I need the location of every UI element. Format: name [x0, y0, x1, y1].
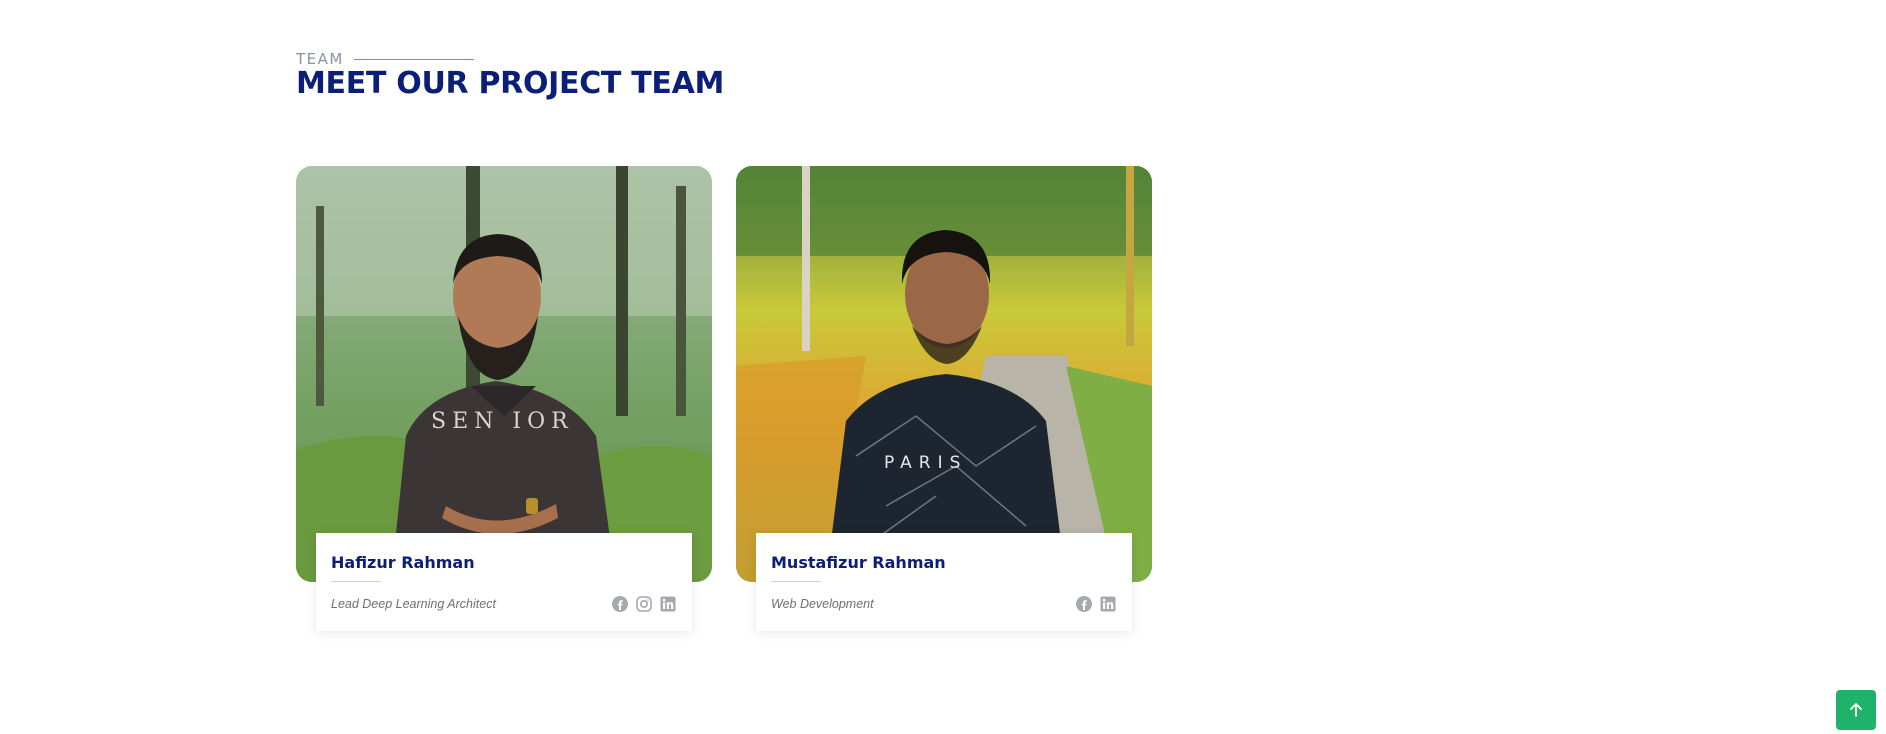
team-card: SEN IOR Hafizur Rahman Lead Deep Learnin… [296, 166, 712, 632]
member-role: Web Development [771, 597, 874, 611]
name-divider [331, 581, 381, 582]
team-card: PARIS Mustafizur Rahman Web Development [736, 166, 1152, 632]
svg-text:SEN IOR: SEN IOR [431, 409, 574, 434]
instagram-icon[interactable] [636, 596, 652, 612]
arrow-up-icon [1850, 703, 1862, 717]
member-photo-image: SEN IOR [296, 166, 712, 582]
member-info-card: Mustafizur Rahman Web Development [756, 533, 1132, 631]
member-photo: SEN IOR [296, 166, 712, 582]
linkedin-icon[interactable] [1100, 596, 1116, 612]
back-to-top-button[interactable] [1836, 690, 1876, 730]
team-section: TEAM MEET OUR PROJECT TEAM SEN IOR Hafiz… [0, 0, 1886, 734]
member-photo: PARIS [736, 166, 1152, 582]
member-name: Mustafizur Rahman [771, 553, 946, 572]
facebook-icon[interactable] [612, 596, 628, 612]
section-title: MEET OUR PROJECT TEAM [296, 66, 725, 101]
facebook-icon[interactable] [1076, 596, 1092, 612]
name-divider [771, 581, 821, 582]
member-photo-image: PARIS [736, 166, 1152, 582]
svg-text:PARIS: PARIS [884, 453, 967, 473]
member-info-card: Hafizur Rahman Lead Deep Learning Archit… [316, 533, 692, 631]
member-name: Hafizur Rahman [331, 553, 475, 572]
social-links [1076, 596, 1116, 612]
linkedin-icon[interactable] [660, 596, 676, 612]
eyebrow-divider [353, 58, 474, 60]
member-role: Lead Deep Learning Architect [331, 597, 496, 611]
social-links [612, 596, 676, 612]
